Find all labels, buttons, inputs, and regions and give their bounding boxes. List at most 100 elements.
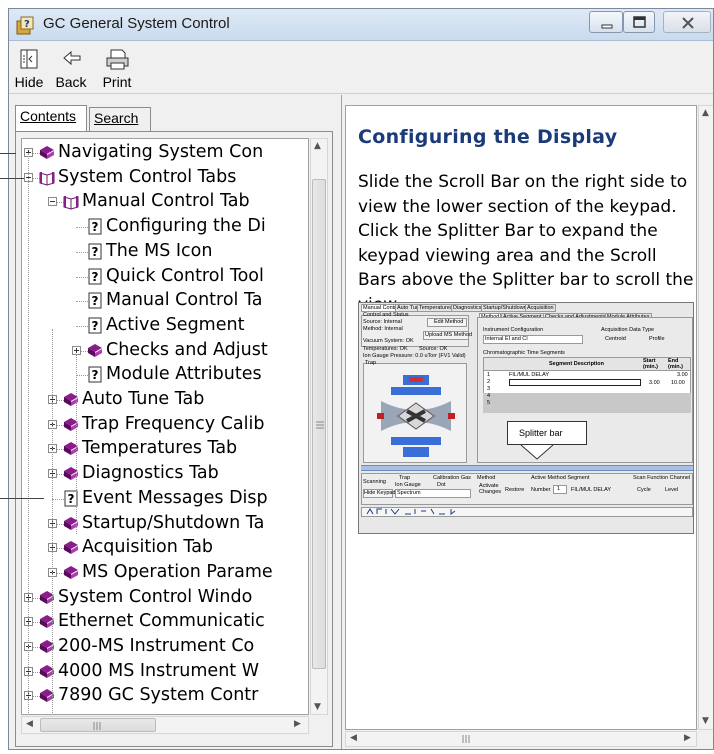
row2-cell[interactable] — [509, 379, 641, 386]
centroid-radio[interactable]: Centroid — [605, 336, 626, 342]
book-icon — [62, 465, 80, 483]
back-button[interactable]: Back — [49, 48, 93, 92]
scroll-up-icon[interactable]: ▲ — [702, 108, 709, 118]
tree-item[interactable]: System Control Windo — [22, 586, 308, 610]
maximize-icon — [633, 16, 646, 28]
tree-item-label: System Control Windo — [58, 586, 253, 607]
profile-radio[interactable]: Profile — [649, 336, 665, 342]
scroll-up-icon[interactable]: ▲ — [314, 141, 321, 151]
book-icon — [38, 589, 56, 607]
tree-item-label: Manual Control Ta — [106, 290, 263, 311]
tree-item[interactable]: ? Quick Control Tool — [22, 265, 308, 289]
book-icon — [38, 613, 56, 631]
tree-item[interactable]: ? Manual Control Ta — [22, 289, 308, 313]
keypad-toolbar-icons[interactable] — [365, 508, 495, 516]
scroll-right-icon[interactable]: ▶ — [684, 733, 691, 743]
method-label: Method: Internal — [363, 326, 403, 332]
tree-vertical-scrollbar[interactable]: ▲ ▼ — [310, 138, 328, 715]
tree-item[interactable]: Trap Frequency Calib — [22, 413, 308, 437]
tree-item-label: Checks and Adjust — [106, 339, 268, 360]
calibration-gas-checkbox[interactable]: Calibration Gas — [433, 475, 471, 481]
content-pane: Configuring the Display Slide the Scroll… — [341, 95, 713, 749]
segment-number-value: 1 — [557, 486, 561, 492]
tree-item[interactable]: ? Configuring the Di — [22, 215, 308, 239]
tree-frame: Navigating System Con System Control Tabs… — [15, 131, 333, 747]
trap-label: Trap — [365, 360, 377, 366]
tree-item[interactable]: ? Module Attributes — [22, 363, 308, 387]
scroll-thumb[interactable] — [312, 179, 326, 669]
activate-changes-button[interactable]: Activate Changes — [479, 483, 501, 495]
maximize-button[interactable] — [623, 11, 655, 33]
segment-desc-header: Segment Description — [549, 361, 605, 367]
tree-item[interactable]: Navigating System Con — [22, 141, 308, 165]
horizontal-scroll-thumb[interactable] — [40, 718, 156, 732]
title-bar[interactable]: ? GC General System Control — [9, 9, 713, 41]
splitter-bar[interactable] — [361, 465, 693, 471]
close-button[interactable] — [663, 11, 711, 33]
tree-item[interactable]: Checks and Adjust — [22, 339, 308, 363]
tab-search[interactable]: Search — [89, 107, 151, 131]
svg-text:?: ? — [92, 220, 99, 234]
screenshot-tab[interactable]: Acquisition — [525, 304, 556, 312]
book-icon — [38, 687, 56, 705]
toolbar: Hide Back Print — [9, 42, 713, 94]
tree-item[interactable]: ? Active Segment — [22, 314, 308, 338]
tree-item[interactable]: ? The MS Icon — [22, 240, 308, 264]
cycle-checkbox[interactable]: Cycle — [637, 487, 651, 493]
tree-item[interactable]: 7890 GC System Contr — [22, 684, 308, 708]
tree-item-label: Configuring the Di — [106, 216, 266, 237]
print-label: Print — [102, 74, 132, 90]
trap-checkbox[interactable]: Trap — [399, 475, 410, 481]
screenshot-tab[interactable]: Startup/Shutdown — [481, 304, 529, 312]
book-icon — [38, 663, 56, 681]
end-header: End (min.) — [668, 358, 683, 370]
hide-button[interactable]: Hide — [11, 48, 47, 92]
tree-item-label: Acquisition Tab — [82, 537, 214, 558]
tree-item-label: Active Segment — [106, 314, 245, 335]
tree-item[interactable]: Temperatures Tab — [22, 437, 308, 461]
scroll-left-icon[interactable]: ◀ — [350, 733, 357, 743]
scan-function-label: Scan Function Channel — [633, 475, 691, 481]
tree-item-label: System Control Tabs — [58, 166, 237, 187]
tree-item[interactable]: Diagnostics Tab — [22, 462, 308, 486]
tree-item[interactable]: 4000 MS Instrument W — [22, 660, 308, 684]
scroll-right-icon[interactable]: ▶ — [294, 719, 301, 729]
grip-icon — [93, 722, 101, 730]
tree-item[interactable]: Ethernet Communicatic — [22, 610, 308, 634]
scroll-down-icon[interactable]: ▼ — [314, 702, 321, 712]
collapse-icon[interactable] — [48, 197, 57, 207]
tree-item[interactable]: MS Operation Parame — [22, 561, 308, 585]
tree-item-label: Module Attributes — [106, 364, 262, 385]
book-icon — [86, 342, 104, 360]
dot-checkbox[interactable]: Dot — [437, 482, 446, 488]
print-button[interactable]: Print — [95, 48, 139, 92]
tree-item[interactable]: System Control Tabs — [22, 166, 308, 190]
tree-item[interactable]: Acquisition Tab — [22, 536, 308, 560]
screenshot-tab[interactable]: Diagnostics — [451, 304, 484, 312]
ion-trap-diagram — [377, 375, 455, 457]
tree-horizontal-scrollbar[interactable]: ◀ ▶ — [21, 716, 309, 734]
vacuum-label: Vacuum System: OK — [363, 338, 414, 344]
tree-item[interactable]: ? Event Messages Disp — [22, 487, 308, 511]
book-icon — [62, 440, 80, 458]
tree-item[interactable]: Auto Tune Tab — [22, 388, 308, 412]
contents-tree[interactable]: Navigating System Con System Control Tabs… — [21, 138, 309, 715]
content-horizontal-scrollbar[interactable]: ◀ ▶ — [345, 731, 697, 747]
tree-item[interactable]: Startup/Shutdown Ta — [22, 512, 308, 536]
scroll-left-icon[interactable]: ◀ — [26, 719, 33, 729]
tree-guide-line — [76, 354, 77, 534]
ion-gauge-checkbox[interactable]: Ion Gauge — [395, 482, 421, 488]
tab-contents[interactable]: Contents — [15, 105, 87, 131]
restore-button[interactable]: Restore — [505, 487, 524, 493]
level-input[interactable]: Level — [665, 487, 678, 493]
tree-item[interactable]: 200-MS Instrument Co — [22, 635, 308, 659]
callout-line — [0, 178, 24, 179]
tree-item[interactable]: Manual Control Tab — [22, 190, 308, 214]
instrument-config-label: Instrument Configuration — [483, 327, 544, 333]
help-app-icon: ? — [16, 16, 34, 35]
tree-item-label: Navigating System Con — [58, 142, 264, 162]
minimize-button[interactable] — [589, 11, 623, 33]
content-vertical-scrollbar[interactable]: ▲ ▼ — [698, 105, 713, 730]
scroll-down-icon[interactable]: ▼ — [702, 716, 709, 726]
screenshot-tab[interactable]: Temperatures — [417, 304, 455, 312]
